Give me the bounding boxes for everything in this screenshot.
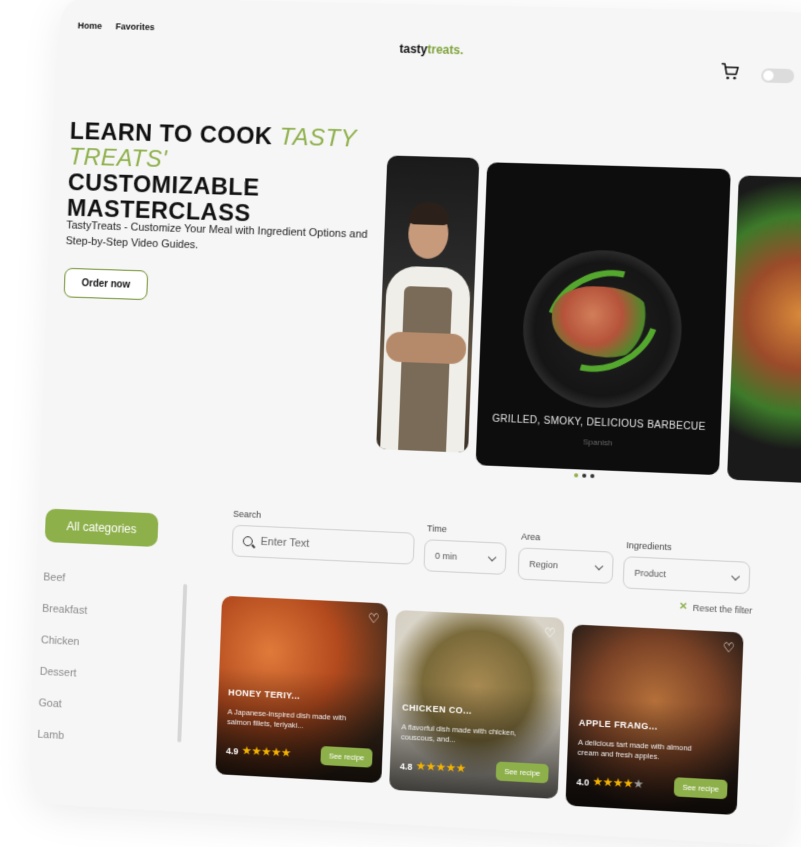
heart-icon[interactable]: ♡ bbox=[544, 625, 556, 642]
rating-value: 4.9 bbox=[225, 745, 239, 756]
category-item[interactable]: Chicken bbox=[40, 634, 86, 668]
viewport: Home Favorites tastytreats. Learn to coo… bbox=[0, 0, 801, 847]
recipe-title: HONEY TERIY... bbox=[228, 687, 301, 702]
recipe-rating: 4.0 ★★★★★ bbox=[576, 776, 645, 791]
recipe-description: A flavorful dish made with chicken, cous… bbox=[400, 722, 517, 745]
time-value: 0 min bbox=[434, 550, 458, 562]
search-input[interactable]: Enter Text bbox=[231, 524, 415, 565]
chef-hair bbox=[408, 202, 450, 226]
chef-apron bbox=[398, 286, 453, 452]
see-recipe-button[interactable]: See recipe bbox=[320, 745, 373, 768]
search-label: Search bbox=[232, 508, 262, 520]
see-recipe-button[interactable]: See recipe bbox=[673, 777, 728, 800]
hero-title: Learn to cook Tasty Treats' customizable… bbox=[66, 118, 364, 231]
recipe-description: A Japanese-inspired dish made with salmo… bbox=[226, 707, 347, 731]
reset-filter-label: Reset the filter bbox=[692, 602, 753, 616]
star-rating-icon: ★★★★★ bbox=[242, 745, 292, 760]
logo-main: tasty bbox=[399, 41, 428, 57]
theme-toggle[interactable] bbox=[760, 68, 795, 84]
time-select[interactable]: 0 min bbox=[423, 539, 507, 575]
recipe-title: APPLE FRANG... bbox=[578, 717, 658, 732]
slider-dot-2[interactable] bbox=[582, 473, 587, 478]
slide-caption: GRILLED, SMOKY, DELICIOUS BARBECUE bbox=[491, 413, 706, 434]
slide-chef-image[interactable] bbox=[376, 155, 480, 453]
search-placeholder: Enter Text bbox=[260, 535, 310, 550]
recipe-rating: 4.8 ★★★★★ bbox=[400, 760, 467, 775]
cart-icon[interactable] bbox=[720, 61, 741, 82]
chef-arms bbox=[385, 331, 467, 365]
search-icon bbox=[242, 536, 253, 547]
area-label: Area bbox=[521, 531, 541, 543]
slider-dot-1[interactable] bbox=[574, 473, 579, 478]
star-rating-icon: ★★★★★ bbox=[593, 776, 645, 791]
recipe-card[interactable]: ♡ APPLE FRANG... A delicious tart made w… bbox=[565, 624, 744, 816]
ingredients-select[interactable]: Product bbox=[622, 556, 751, 595]
top-nav: Home Favorites bbox=[78, 21, 155, 33]
ingredients-value: Product bbox=[634, 567, 667, 580]
recipe-card[interactable]: ♡ HONEY TERIY... A Japanese-inspired dis… bbox=[215, 595, 389, 784]
logo[interactable]: tastytreats. bbox=[399, 42, 464, 58]
nav-favorites-link[interactable]: Favorites bbox=[115, 21, 154, 32]
category-list: Beef Breakfast Chicken Dessert Goat Lamb bbox=[36, 571, 88, 762]
recipe-title: CHICKEN CO... bbox=[401, 702, 473, 716]
reset-filter-button[interactable]: ✕ Reset the filter bbox=[679, 601, 753, 616]
order-now-button[interactable]: Order now bbox=[63, 267, 149, 301]
recipe-rating: 4.9 ★★★★★ bbox=[226, 745, 292, 759]
category-item[interactable]: Lamb bbox=[36, 729, 82, 763]
slider-pagination bbox=[574, 473, 595, 479]
slide-main-dish[interactable]: GRILLED, SMOKY, DELICIOUS BARBECUE Spani… bbox=[475, 162, 731, 476]
time-label: Time bbox=[426, 523, 447, 535]
rating-value: 4.8 bbox=[399, 760, 413, 772]
slider-dot-3[interactable] bbox=[590, 473, 595, 479]
category-scrollbar[interactable] bbox=[177, 583, 188, 743]
heart-icon[interactable]: ♡ bbox=[368, 611, 380, 628]
category-item[interactable]: Dessert bbox=[39, 666, 85, 700]
see-recipe-button[interactable]: See recipe bbox=[495, 761, 549, 784]
close-icon: ✕ bbox=[678, 601, 688, 613]
page: Home Favorites tastytreats. Learn to coo… bbox=[30, 0, 801, 847]
chevron-down-icon bbox=[731, 571, 740, 581]
category-item[interactable]: Goat bbox=[38, 697, 84, 731]
chevron-down-icon bbox=[594, 561, 604, 570]
nav-home-link[interactable]: Home bbox=[78, 21, 103, 31]
slide-dish-preview[interactable] bbox=[727, 175, 801, 485]
ingredients-label: Ingredients bbox=[626, 540, 672, 553]
category-item[interactable]: Beef bbox=[42, 571, 88, 605]
recipe-card[interactable]: ♡ CHICKEN CO... A flavorful dish made wi… bbox=[389, 609, 565, 800]
chevron-down-icon bbox=[487, 552, 497, 562]
area-value: Region bbox=[529, 558, 559, 571]
slide-area: Spanish bbox=[582, 437, 613, 448]
rating-value: 4.0 bbox=[576, 776, 590, 788]
star-rating-icon: ★★★★★ bbox=[416, 761, 467, 775]
category-item[interactable]: Breakfast bbox=[41, 603, 87, 637]
recipe-description: A delicious tart made with almond cream … bbox=[577, 737, 692, 762]
all-categories-button[interactable]: All categories bbox=[44, 508, 159, 548]
heart-icon[interactable]: ♡ bbox=[723, 640, 736, 657]
logo-accent: treats. bbox=[427, 42, 464, 58]
area-select[interactable]: Region bbox=[517, 547, 614, 584]
